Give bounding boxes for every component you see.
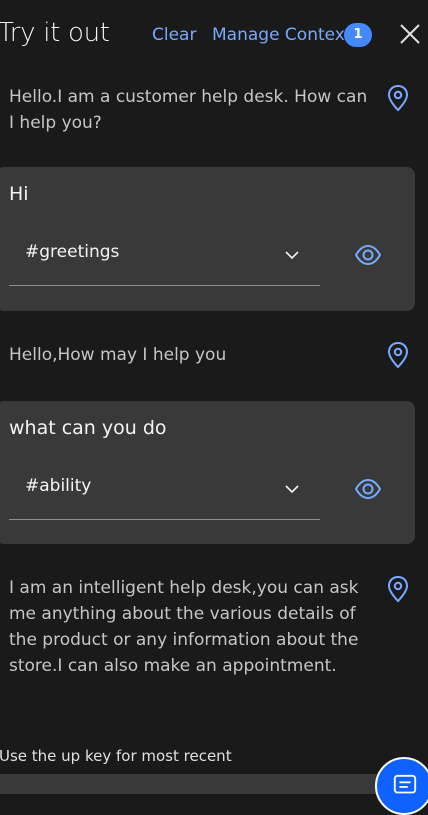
intent-dropdown[interactable]: #ability [9, 463, 320, 520]
location-pin-icon[interactable] [386, 84, 410, 112]
panel-title: Try it out [0, 18, 110, 48]
chevron-down-icon [285, 485, 299, 494]
intent-value: #greetings [25, 242, 120, 262]
user-message: Hi [9, 183, 29, 205]
bot-message: Hello,How may I help you [9, 345, 227, 365]
context-count-badge[interactable]: 1 [344, 23, 372, 47]
user-message: what can you do [9, 417, 167, 439]
clear-button[interactable]: Clear [152, 25, 196, 45]
chevron-down-icon [285, 251, 299, 260]
message-input[interactable] [0, 774, 428, 794]
user-message-card: Hi #greetings [0, 167, 415, 311]
eye-icon[interactable] [354, 241, 382, 269]
chat-button[interactable] [375, 757, 428, 815]
panel-header: Try it out Clear Manage Context 1 [0, 0, 428, 70]
location-pin-icon[interactable] [386, 341, 410, 369]
chat-icon [393, 774, 417, 794]
intent-dropdown[interactable]: #greetings [9, 229, 320, 286]
input-hint: Use the up key for most recent [0, 747, 232, 765]
close-icon[interactable] [396, 20, 424, 48]
bot-message: I am an intelligent help desk,you can as… [9, 578, 359, 676]
eye-icon[interactable] [354, 475, 382, 503]
intent-value: #ability [25, 476, 92, 496]
manage-context-button[interactable]: Manage Context [212, 25, 352, 45]
location-pin-icon[interactable] [386, 575, 410, 603]
bot-message: Hello.I am a customer help desk. How can… [9, 87, 368, 133]
user-message-card: what can you do #ability [0, 401, 415, 544]
